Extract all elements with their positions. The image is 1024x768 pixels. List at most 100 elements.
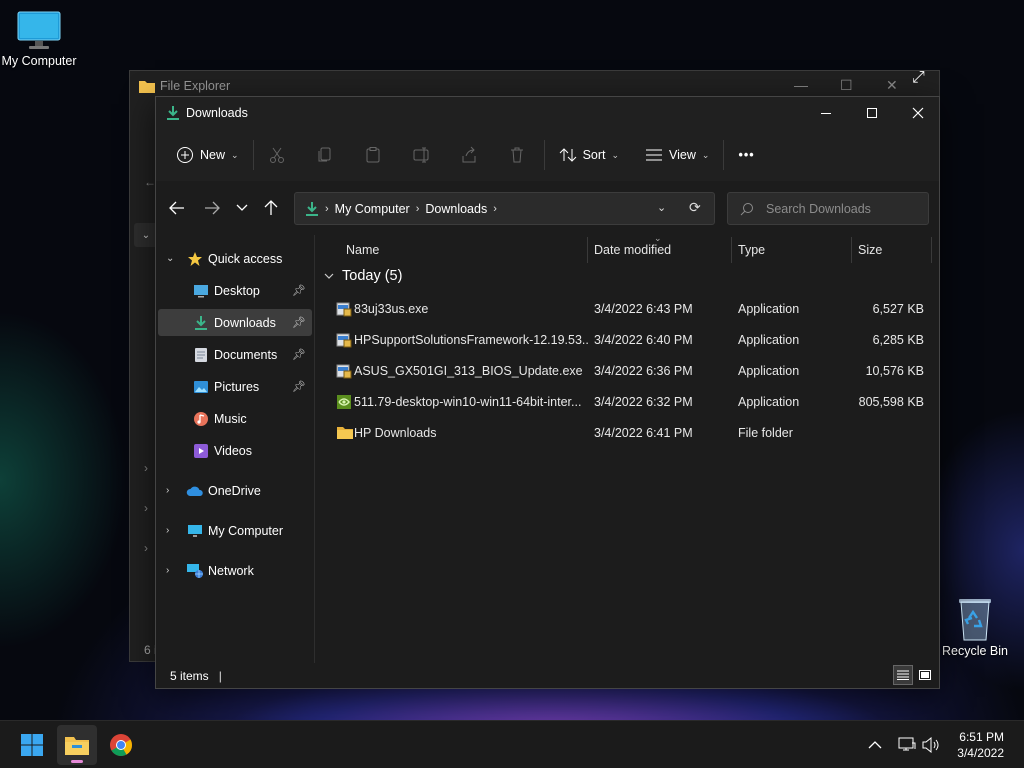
view-label: View (669, 148, 696, 162)
desktop-icon-label: My Computer (1, 54, 77, 68)
large-icons-view-button[interactable] (915, 665, 935, 685)
sidebar-item-videos[interactable]: Videos (158, 437, 312, 464)
show-hidden-icons-button[interactable] (868, 721, 882, 768)
delete-button[interactable] (500, 138, 534, 172)
toolbar-divider (252, 140, 254, 170)
background-minimize-button[interactable]: — (794, 77, 808, 93)
ethernet-icon (898, 737, 916, 751)
desktop-icon-recycle-bin[interactable]: Recycle Bin (930, 596, 1020, 658)
sidebar-item-network[interactable]: › Network (158, 557, 312, 584)
taskbar-file-explorer[interactable] (57, 725, 97, 765)
file-row[interactable]: HPSupportSolutionsFramework-12.19.53....… (330, 325, 930, 356)
toolbar-divider (723, 140, 725, 170)
chevron-down-icon: ⌄ (701, 149, 710, 160)
background-close-button[interactable]: ✕ (886, 77, 898, 94)
sidebar-item-my-computer[interactable]: › My Computer (158, 517, 312, 544)
column-header-size[interactable]: Size (858, 243, 882, 257)
details-view-button[interactable] (893, 665, 913, 685)
background-maximize-button[interactable]: ☐ (840, 77, 853, 94)
chevron-down-icon[interactable]: ⌄ (166, 253, 174, 264)
sidebar-item-onedrive[interactable]: › OneDrive (158, 477, 312, 504)
column-header-type[interactable]: Type (738, 243, 765, 257)
taskbar-clock[interactable]: 6:51 PM 3/4/2022 (957, 729, 1004, 761)
pin-icon: 📌︎ (292, 285, 306, 297)
paste-button[interactable] (356, 138, 390, 172)
sidebar-item-quick-access[interactable]: ⌄ Quick access (158, 245, 312, 272)
search-input[interactable] (766, 201, 916, 216)
sidebar-item-music[interactable]: Music (158, 405, 312, 432)
breadcrumb-downloads[interactable]: Downloads (425, 202, 487, 216)
rename-button[interactable] (404, 138, 438, 172)
resize-cursor-icon: ⤢ (912, 69, 925, 86)
sidebar-item-label: Network (208, 563, 254, 578)
column-divider[interactable] (731, 237, 732, 263)
breadcrumb-my-computer[interactable]: My Computer (335, 202, 410, 216)
address-bar[interactable]: › My Computer › Downloads › ⌄ ⟳ (294, 192, 715, 225)
sort-button[interactable]: Sort ⌄ (551, 138, 627, 172)
column-divider[interactable] (931, 237, 932, 263)
file-row[interactable]: ASUS_GX501GI_313_BIOS_Update.exe 3/4/2022… (330, 356, 930, 387)
chrome-icon (110, 734, 132, 756)
column-header-date-modified[interactable]: Date modified (594, 243, 671, 257)
start-button[interactable] (12, 725, 52, 765)
refresh-button[interactable]: ⟳ (689, 199, 701, 216)
file-size: 805,598 KB (858, 395, 924, 409)
forward-button[interactable] (197, 193, 227, 223)
music-icon (192, 410, 210, 428)
share-button[interactable] (452, 138, 486, 172)
tiles-view-icon (919, 670, 931, 680)
file-name: HP Downloads (354, 426, 437, 440)
file-name: 511.79-desktop-win10-win11-64bit-inter..… (354, 395, 582, 409)
file-row[interactable]: 83uj33us.exe 3/4/2022 6:43 PM Application 6… (330, 294, 930, 325)
share-icon (462, 146, 476, 163)
sort-icon (559, 148, 576, 162)
sidebar-item-documents[interactable]: Documents 📌︎ (158, 341, 312, 368)
file-type: Application (738, 364, 800, 378)
breadcrumb-separator-icon: › (493, 202, 497, 215)
close-button[interactable] (895, 97, 941, 129)
maximize-button[interactable] (849, 97, 895, 129)
group-header-today[interactable]: Today (5) (324, 268, 402, 284)
chevron-right-icon[interactable]: › (166, 525, 169, 536)
column-header-name[interactable]: Name (346, 243, 379, 257)
folder-icon (139, 81, 155, 93)
sidebar-item-desktop[interactable]: Desktop 📌︎ (158, 277, 312, 304)
search-icon (740, 202, 753, 215)
new-button[interactable]: New ⌄ (168, 138, 247, 172)
view-button[interactable]: View ⌄ (637, 138, 717, 172)
cloud-icon (186, 482, 204, 500)
address-history-dropdown[interactable]: ⌄ (657, 201, 666, 214)
desktop-icon-my-computer[interactable]: My Computer (0, 10, 84, 68)
windows-logo-icon (21, 734, 43, 756)
taskbar-chrome[interactable] (101, 725, 141, 765)
chevron-right-icon[interactable]: › (166, 565, 169, 576)
downloads-explorer-window[interactable]: Downloads New ⌄ Sort ⌄ View ⌄ ••• › My C… (155, 96, 941, 755)
cut-button[interactable] (260, 138, 294, 172)
file-row[interactable]: HP Downloads 3/4/2022 6:41 PM File folder (330, 418, 930, 449)
volume-button[interactable] (922, 721, 940, 768)
chevron-right-icon[interactable]: › (166, 485, 169, 496)
search-box[interactable] (727, 192, 929, 225)
minimize-button[interactable] (803, 97, 849, 129)
sidebar-item-downloads[interactable]: Downloads 📌︎ (158, 309, 312, 336)
sidebar-item-label: Pictures (214, 379, 260, 394)
back-button[interactable] (162, 193, 192, 223)
network-status-button[interactable] (898, 721, 916, 768)
installer-icon (336, 332, 352, 348)
up-button[interactable] (256, 193, 286, 223)
column-headers: Name ⌄ Date modified Type Size (316, 233, 939, 265)
minimize-icon (821, 113, 831, 114)
recent-locations-button[interactable] (227, 193, 257, 223)
file-row[interactable]: 511.79-desktop-win10-win11-64bit-inter..… (330, 387, 930, 418)
file-list[interactable]: Name ⌄ Date modified Type Size Today (5)… (316, 233, 939, 755)
computer-icon (186, 522, 204, 540)
copy-button[interactable] (308, 138, 342, 172)
background-window-title: File Explorer (160, 79, 231, 93)
rename-icon (413, 147, 429, 163)
active-app-indicator (71, 760, 83, 763)
sidebar-item-pictures[interactable]: Pictures 📌︎ (158, 373, 312, 400)
more-options-button[interactable]: ••• (730, 138, 762, 172)
pin-icon: 📌︎ (292, 317, 306, 329)
column-divider[interactable] (587, 237, 588, 263)
column-divider[interactable] (851, 237, 852, 263)
